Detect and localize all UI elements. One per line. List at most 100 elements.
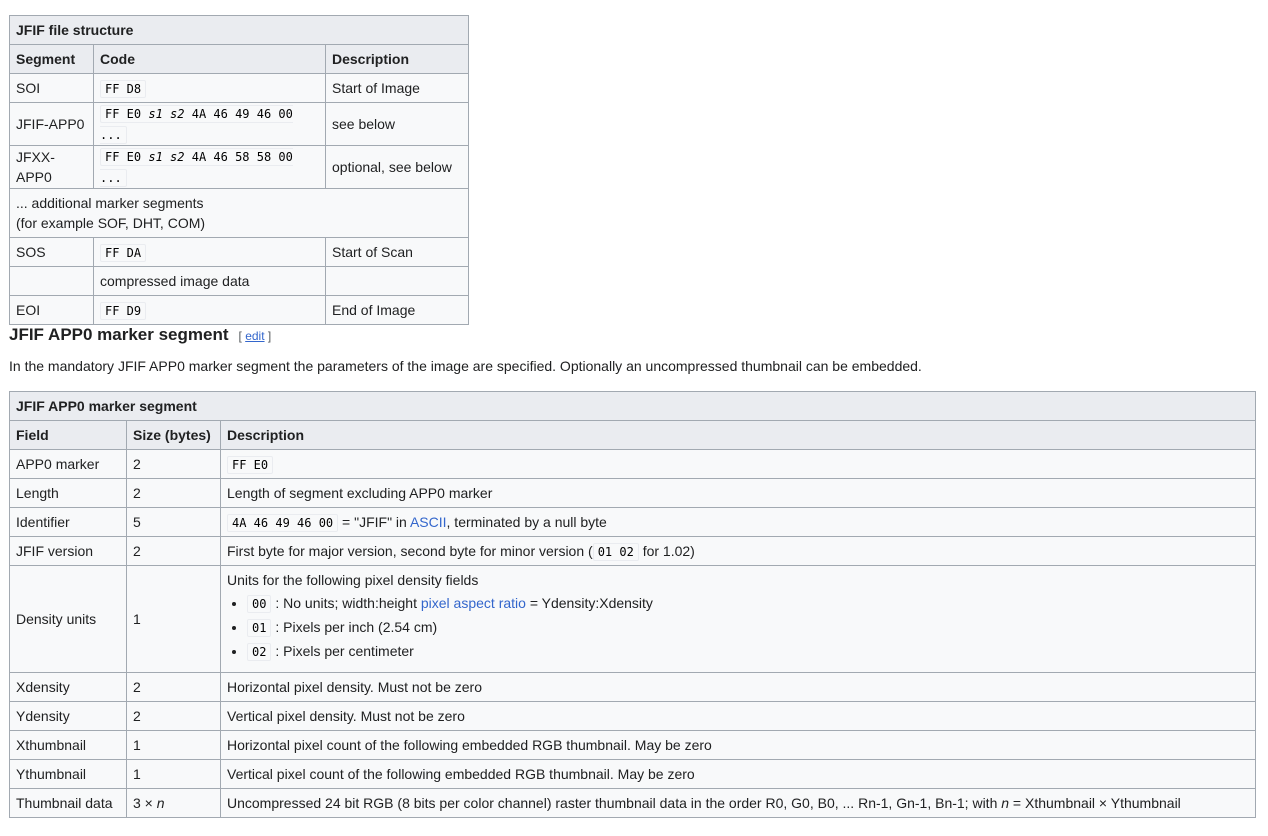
ascii-link[interactable]: ASCII [410,514,447,530]
size-var-n: n [156,795,165,811]
size-cell: 2 [126,672,221,702]
code-value: FF E0 s1 s2 4A 46 58 58 00 ... [100,148,293,187]
segment-cell: EOI [9,295,94,325]
field-cell: Thumbnail data [9,788,127,818]
description-cell [325,266,469,296]
table-row: Xdensity 2 Horizontal pixel density. Mus… [9,672,1256,702]
table-header-row: Field Size (bytes) Description [9,420,1256,450]
description-cell: Horizontal pixel count of the following … [220,730,1256,760]
column-header-description: Description [220,420,1256,450]
desc-text: : Pixels per centimeter [271,643,414,659]
description-cell: Vertical pixel density. Must not be zero [220,701,1256,731]
table-row: Identifier 5 4A 46 49 46 00 = "JFIF" in … [9,507,1256,537]
jfif-file-structure-table: JFIF file structure Segment Code Descrip… [9,15,469,325]
size-cell: 5 [126,507,221,537]
list-item: 02 : Pixels per centimeter [247,640,1249,664]
code-cell: FF E0 s1 s2 4A 46 49 46 00 ... [93,102,326,146]
table-row: Ydensity 2 Vertical pixel density. Must … [9,701,1256,731]
size-cell: 2 [126,449,221,479]
segment-cell: SOI [9,73,94,103]
jfif-app0-table: JFIF APP0 marker segment Field Size (byt… [9,391,1256,818]
intro-paragraph: In the mandatory JFIF APP0 marker segmen… [9,358,922,374]
desc-text: = Xthumbnail × Ythumbnail [1009,795,1181,811]
edit-link[interactable]: edit [245,329,264,343]
field-cell: Density units [9,565,127,673]
table-row: JFXX-APP0 FF E0 s1 s2 4A 46 58 58 00 ...… [9,145,469,189]
edit-section: [ edit ] [239,329,272,343]
column-header-description: Description [325,44,469,74]
size-text: 3 × [133,795,157,811]
description-cell: End of Image [325,295,469,325]
size-cell: 1 [126,565,221,673]
section-title: JFIF APP0 marker segment [9,325,229,344]
code-part: FF E0 [105,107,149,121]
description-cell: Start of Image [325,73,469,103]
note-cell: ... additional marker segments (for exam… [9,188,469,238]
code-cell: compressed image data [93,266,326,296]
description-cell: FF E0 [220,449,1256,479]
desc-text: Uncompressed 24 bit RGB (8 bits per colo… [227,795,1002,811]
description-cell: Uncompressed 24 bit RGB (8 bits per colo… [220,788,1256,818]
pixel-aspect-ratio-link[interactable]: pixel aspect ratio [421,595,526,611]
description-cell: Units for the following pixel density fi… [220,565,1256,673]
column-header-code: Code [93,44,326,74]
field-cell: Xdensity [9,672,127,702]
description-cell: Vertical pixel count of the following em… [220,759,1256,789]
list-item: 01 : Pixels per inch (2.54 cm) [247,616,1249,640]
field-cell: Identifier [9,507,127,537]
table-row: JFIF-APP0 FF E0 s1 s2 4A 46 49 46 00 ...… [9,102,469,146]
code-var-s2: s2 [170,150,185,164]
segment-cell [9,266,94,296]
size-cell: 2 [126,536,221,566]
size-cell: 2 [126,478,221,508]
desc-text: : No units; width:height [271,595,421,611]
table-row: EOI FF D9 End of Image [9,295,469,325]
table-caption: JFIF file structure [9,15,469,44]
table-row: SOS FF DA Start of Scan [9,237,469,267]
code-cell: FF DA [93,237,326,267]
code-cell: FF D8 [93,73,326,103]
table-row: JFIF version 2 First byte for major vers… [9,536,1256,566]
note-line: ... additional marker segments [16,195,204,211]
table-header-row: Segment Code Description [9,44,469,74]
description-cell: 4A 46 49 46 00 = "JFIF" in ASCII, termin… [220,507,1256,537]
code-part: FF E0 [105,150,149,164]
description-cell: Length of segment excluding APP0 marker [220,478,1256,508]
segment-cell: JFXX-APP0 [9,145,94,189]
description-cell: see below [325,102,469,146]
code-value: FF DA [100,243,147,262]
desc-text: = "JFIF" in [338,513,410,530]
field-cell: Xthumbnail [9,730,127,760]
code-cell: FF D9 [93,295,326,325]
size-cell: 1 [126,759,221,789]
desc-text: : Pixels per inch (2.54 cm) [271,619,438,635]
table-row: compressed image data [9,266,469,296]
edit-bracket-close: ] [264,329,272,343]
list-item: 00 : No units; width:height pixel aspect… [247,592,1249,616]
code-value: FF E0 s1 s2 4A 46 49 46 00 ... [100,105,293,144]
code-value: 00 [247,595,272,613]
field-cell: JFIF version [9,536,127,566]
code-value: 01 02 [592,542,639,561]
size-cell: 3 × n [126,788,221,818]
table-row: Thumbnail data 3 × n Uncompressed 24 bit… [9,788,1256,818]
desc-var-n: n [1001,795,1010,811]
code-value: 02 [247,643,272,661]
field-cell: Ythumbnail [9,759,127,789]
description-cell: First byte for major version, second byt… [220,536,1256,566]
note-line: (for example SOF, DHT, COM) [16,215,206,231]
code-value: 4A 46 49 46 00 [227,513,339,532]
code-cell: FF E0 s1 s2 4A 46 58 58 00 ... [93,145,326,189]
density-units-list: 00 : No units; width:height pixel aspect… [227,592,1249,664]
table-caption: JFIF APP0 marker segment [9,391,1256,420]
code-var-s2: s2 [170,107,185,121]
column-header-size: Size (bytes) [126,420,221,450]
table-row: Ythumbnail 1 Vertical pixel count of the… [9,759,1256,789]
desc-text: First byte for major version, second byt… [227,542,593,559]
code-value: 01 [247,619,272,637]
field-cell: Length [9,478,127,508]
desc-text: Units for the following pixel density fi… [227,572,479,588]
section-heading: JFIF APP0 marker segment [ edit ] [9,322,271,349]
size-cell: 1 [126,730,221,760]
code-var-s1: s1 [148,107,163,121]
